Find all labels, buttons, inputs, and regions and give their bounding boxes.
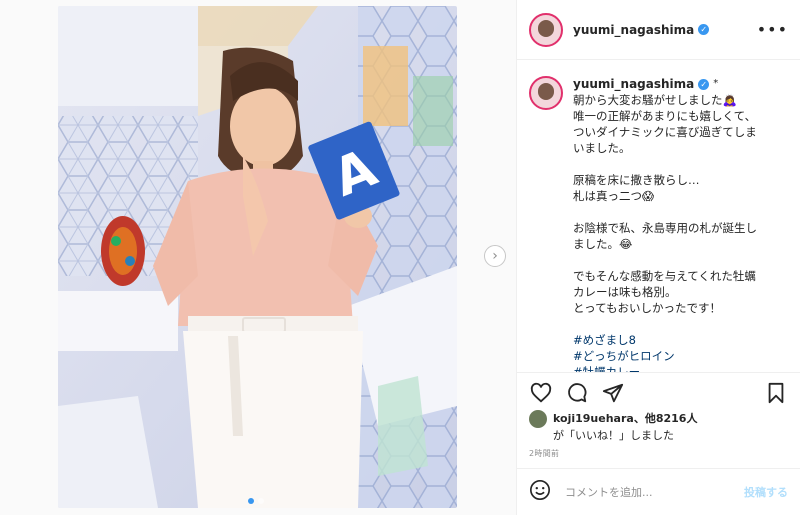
comment-icon[interactable]	[565, 381, 589, 405]
liker-username-link[interactable]: koji19uehara	[553, 411, 634, 427]
likes-suffix: が「いいね！」しました	[553, 429, 674, 442]
likes-section: koji19uehara 、他8216人 が「いいね！」しました	[529, 410, 788, 444]
bookmark-icon[interactable]	[764, 381, 788, 405]
caption-line: 朝から大変お騒がせしました🙇‍♀️	[573, 93, 737, 107]
comment-input[interactable]	[565, 485, 744, 499]
action-bar	[517, 372, 800, 412]
caption-text: yuumi_nagashima ✓ * 朝から大変お騒がせしました🙇‍♀️ 唯一…	[573, 76, 757, 372]
carousel-dot	[248, 498, 254, 504]
caption-line: とってもおいしかったです！	[573, 301, 722, 315]
carousel-dots	[248, 498, 264, 504]
post-header: yuumi_nagashima ✓ •••	[517, 0, 800, 60]
caption-line: ついダイナミックに喜び過ぎてしま	[573, 125, 757, 139]
username-link[interactable]: yuumi_nagashima	[573, 23, 694, 37]
post-sidebar: yuumi_nagashima ✓ ••• yuumi_nagashima ✓ …	[516, 0, 800, 515]
caption-line: ました。😂	[573, 237, 633, 251]
caption-section: yuumi_nagashima ✓ * 朝から大変お騒がせしました🙇‍♀️ 唯一…	[517, 60, 800, 372]
follow-bullet: *	[713, 78, 719, 89]
comment-bar: 投稿する	[517, 468, 800, 515]
caption-line: 札は真っ二つ😱	[573, 189, 654, 203]
caption-line: カレーは味も格別。	[573, 285, 677, 299]
caption-line: 唯一の正解があまりにも嬉しくて、	[573, 109, 757, 123]
more-options-icon[interactable]: •••	[757, 20, 788, 39]
next-photo-button[interactable]: ›	[484, 245, 506, 267]
post-timestamp[interactable]: 2時間前	[529, 448, 559, 459]
caption-line: いました。	[573, 141, 631, 155]
hashtag-link[interactable]: #牡蠣カレー	[573, 364, 757, 372]
heart-icon[interactable]	[529, 381, 553, 405]
verified-badge-icon: ✓	[698, 24, 710, 35]
caption-line: 原稿を床に撒き散らし…	[573, 173, 700, 187]
caption-avatar[interactable]	[529, 76, 563, 110]
hashtag-link[interactable]: #どっちがヒロイン	[573, 348, 757, 364]
avatar[interactable]	[529, 12, 563, 47]
post-comment-button[interactable]: 投稿する	[744, 484, 788, 500]
hashtag-link[interactable]: #めざまし8	[573, 332, 757, 348]
chevron-right-icon: ›	[492, 248, 498, 264]
likes-count-link[interactable]: 、他8216人	[634, 411, 698, 427]
verified-badge-icon: ✓	[698, 78, 710, 90]
emoji-icon[interactable]	[529, 479, 551, 505]
photo-illustration: A	[58, 6, 457, 508]
carousel-dot	[258, 498, 264, 504]
paper-plane-icon[interactable]	[601, 381, 625, 405]
caption-username-link[interactable]: yuumi_nagashima	[573, 76, 694, 92]
post-photo[interactable]: A	[58, 6, 457, 508]
media-panel: A ›	[0, 0, 516, 515]
caption-line: お陰様で私、永島専用の札が誕生し	[573, 221, 757, 235]
caption-line: でもそんな感動を与えてくれた牡蠣	[573, 269, 756, 283]
liker-avatar[interactable]	[529, 410, 547, 428]
